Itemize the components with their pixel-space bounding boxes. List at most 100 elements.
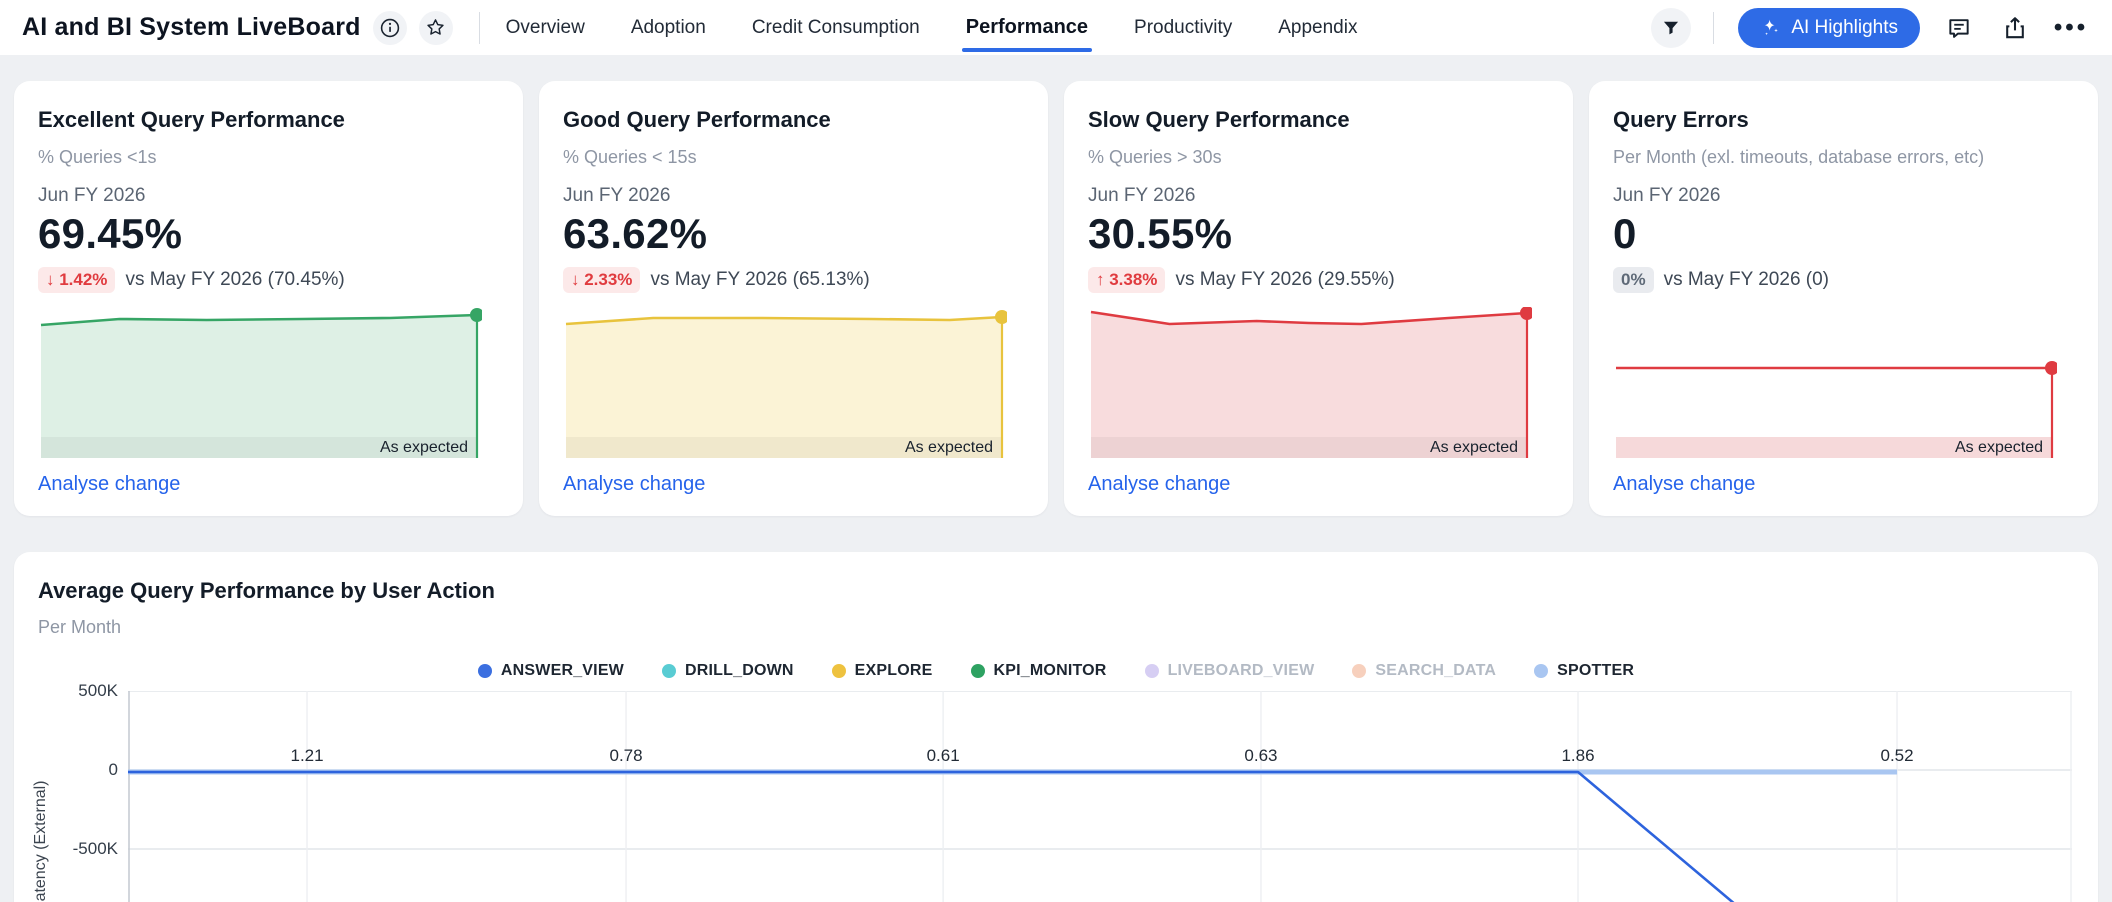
delta-badge: ↓ 1.42%: [38, 267, 115, 293]
card-period: Jun FY 2026: [563, 185, 1024, 207]
page-title: AI and BI System LiveBoard: [22, 13, 361, 42]
card-subtitle: % Queries <1s: [38, 147, 499, 168]
plot-area: 1.21 0.78 0.61 0.63 1.86 0.52: [128, 691, 2072, 902]
y-axis-tick: -500K: [34, 839, 118, 859]
kpi-card: Good Query Performance % Queries < 15s Jun…: [539, 81, 1048, 516]
favorite-button[interactable]: [419, 11, 453, 45]
analyse-change-link[interactable]: Analyse change: [1088, 473, 1230, 496]
chart-title: Average Query Performance by User Action: [38, 578, 2074, 604]
as-expected-label: As expected: [380, 437, 468, 458]
card-period: Jun FY 2026: [1613, 185, 2074, 207]
legend-dot: [1534, 664, 1548, 678]
tab-productivity[interactable]: Productivity: [1134, 0, 1232, 55]
legend-label: SPOTTER: [1557, 662, 1634, 680]
data-label: 1.86: [1561, 746, 1594, 765]
chart-legend: ANSWER_VIEW DRILL_DOWN EXPLORE KPI_MONITOR L…: [38, 662, 2074, 680]
data-label: 0.52: [1880, 746, 1913, 765]
legend-item-explore[interactable]: EXPLORE: [832, 662, 933, 680]
chart-subtitle: Per Month: [38, 617, 2074, 638]
legend-item-answer_view[interactable]: ANSWER_VIEW: [478, 662, 624, 680]
card-value: 63.62%: [563, 210, 1024, 258]
delta-badge: 0%: [1613, 267, 1654, 293]
sparkline: As expected: [38, 307, 482, 458]
more-button[interactable]: •••: [2052, 9, 2090, 47]
card-title: Good Query Performance: [563, 107, 1024, 133]
share-button[interactable]: [1996, 9, 2034, 47]
filter-icon: [1661, 18, 1681, 38]
analyse-change-link[interactable]: Analyse change: [563, 473, 705, 496]
data-label: 0.63: [1244, 746, 1277, 765]
delta-row: ↑ 3.38% vs May FY 2026 (29.55%): [1088, 267, 1549, 293]
as-expected-label: As expected: [1430, 437, 1518, 458]
card-title: Excellent Query Performance: [38, 107, 499, 133]
analyse-change-link[interactable]: Analyse change: [38, 473, 180, 496]
tab-performance[interactable]: Performance: [966, 0, 1088, 55]
kpi-card: Slow Query Performance % Queries > 30s Jun…: [1064, 81, 1573, 516]
data-label: 0.78: [610, 746, 643, 765]
legend-label: ANSWER_VIEW: [501, 662, 624, 680]
card-value: 0: [1613, 210, 2074, 258]
legend-dot: [478, 664, 492, 678]
info-icon: [380, 18, 400, 38]
comment-icon: [1946, 15, 1972, 41]
data-label: 1.21: [290, 746, 323, 765]
card-title: Slow Query Performance: [1088, 107, 1549, 133]
legend-item-search_data[interactable]: SEARCH_DATA: [1352, 662, 1496, 680]
card-period: Jun FY 2026: [1088, 185, 1549, 207]
compare-text: vs May FY 2026 (0): [1664, 269, 1829, 291]
ai-highlights-button[interactable]: AI Highlights: [1738, 8, 1920, 48]
card-subtitle: Per Month (exl. timeouts, database error…: [1613, 147, 2074, 168]
legend-dot: [971, 664, 985, 678]
compare-text: vs May FY 2026 (70.45%): [125, 269, 344, 291]
compare-text: vs May FY 2026 (29.55%): [1175, 269, 1394, 291]
header-divider-right: [1713, 12, 1714, 44]
ellipsis-icon: •••: [2054, 14, 2088, 42]
share-icon: [2002, 15, 2028, 41]
sparkline: As expected: [1088, 307, 1532, 458]
legend-label: EXPLORE: [855, 662, 933, 680]
as-expected-label: As expected: [1955, 437, 2043, 458]
sparkline: As expected: [1613, 307, 2057, 458]
card-value: 69.45%: [38, 210, 499, 258]
y-axis-tick: 0: [34, 760, 118, 780]
card-subtitle: % Queries > 30s: [1088, 147, 1549, 168]
legend-dot: [832, 664, 846, 678]
legend-dot: [1352, 664, 1366, 678]
delta-badge: ↑ 3.38%: [1088, 267, 1165, 293]
tab-overview[interactable]: Overview: [506, 0, 585, 55]
delta-row: 0% vs May FY 2026 (0): [1613, 267, 2074, 293]
legend-label: KPI_MONITOR: [994, 662, 1107, 680]
legend-item-kpi_monitor[interactable]: KPI_MONITOR: [971, 662, 1107, 680]
tab-appendix[interactable]: Appendix: [1278, 0, 1357, 55]
legend-dot: [662, 664, 676, 678]
legend-label: DRILL_DOWN: [685, 662, 794, 680]
star-icon: [425, 17, 446, 38]
kpi-card: Query ErrorsPer Month (exl. timeouts, da…: [1589, 81, 2098, 516]
card-value: 30.55%: [1088, 210, 1549, 258]
tab-adoption[interactable]: Adoption: [631, 0, 706, 55]
legend-item-spotter[interactable]: SPOTTER: [1534, 662, 1634, 680]
sparkline: As expected: [563, 307, 1007, 458]
card-period: Jun FY 2026: [38, 185, 499, 207]
card-subtitle: % Queries < 15s: [563, 147, 1024, 168]
kpi-row: Excellent Query Performance % Queries <1s…: [14, 81, 2098, 516]
compare-text: vs May FY 2026 (65.13%): [650, 269, 869, 291]
analyse-change-link[interactable]: Analyse change: [1613, 473, 1755, 496]
legend-item-drill_down[interactable]: DRILL_DOWN: [662, 662, 794, 680]
main-chart-card: Average Query Performance by User Action…: [14, 552, 2098, 902]
ai-highlights-label: AI Highlights: [1791, 17, 1898, 39]
comment-button[interactable]: [1940, 9, 1978, 47]
header-divider-left: [479, 12, 480, 44]
as-expected-label: As expected: [905, 437, 993, 458]
legend-item-liveboard_view[interactable]: LIVEBOARD_VIEW: [1145, 662, 1315, 680]
data-label: 0.61: [927, 746, 960, 765]
tab-credit-consumption[interactable]: Credit Consumption: [752, 0, 920, 55]
delta-row: ↓ 1.42% vs May FY 2026 (70.45%): [38, 267, 499, 293]
delta-row: ↓ 2.33% vs May FY 2026 (65.13%): [563, 267, 1024, 293]
nav-tabs: Overview Adoption Credit Consumption Perfor…: [506, 0, 1358, 55]
info-button[interactable]: [373, 11, 407, 45]
filter-button[interactable]: [1651, 8, 1691, 48]
sparkle-icon: [1760, 17, 1781, 38]
delta-badge: ↓ 2.33%: [563, 267, 640, 293]
legend-label: LIVEBOARD_VIEW: [1168, 662, 1315, 680]
